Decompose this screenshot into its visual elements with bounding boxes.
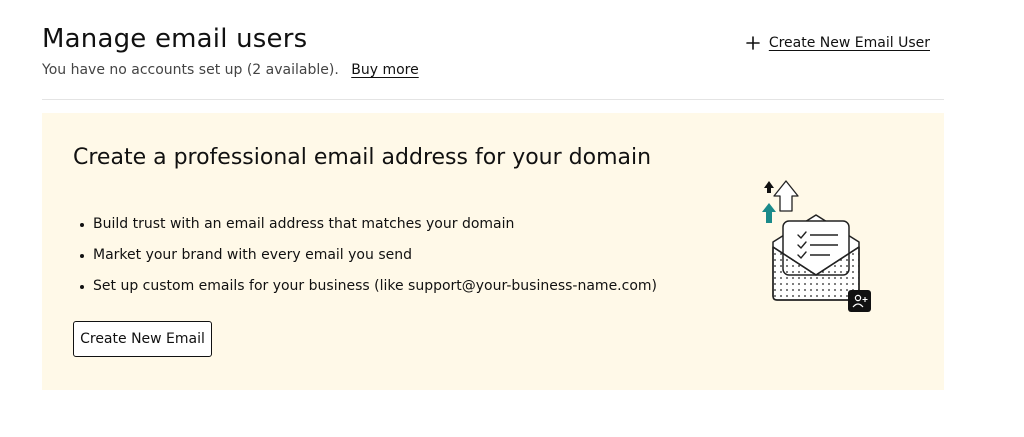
benefit-item: Set up custom emails for your business (…	[80, 271, 657, 302]
benefit-item: Market your brand with every email you s…	[80, 240, 657, 271]
accounts-summary: You have no accounts set up (2 available…	[42, 62, 419, 78]
accounts-summary-text: You have no accounts set up (2 available…	[42, 62, 339, 78]
create-new-email-button[interactable]: Create New Email	[73, 321, 212, 357]
benefit-item: Build trust with an email address that m…	[80, 209, 657, 240]
promo-card: Create a professional email address for …	[42, 113, 944, 390]
buy-more-link[interactable]: Buy more	[351, 62, 418, 78]
page-header: Manage email users You have no accounts …	[42, 0, 944, 100]
promo-title: Create a professional email address for …	[73, 145, 652, 170]
plus-icon	[746, 36, 760, 50]
create-new-email-user-label: Create New Email User	[768, 35, 930, 51]
benefits-list: Build trust with an email address that m…	[80, 209, 657, 302]
page-title: Manage email users	[42, 24, 308, 54]
add-user-icon	[848, 290, 871, 312]
email-envelope-illustration	[762, 180, 871, 312]
create-new-email-user-link[interactable]: Create New Email User	[745, 35, 930, 51]
